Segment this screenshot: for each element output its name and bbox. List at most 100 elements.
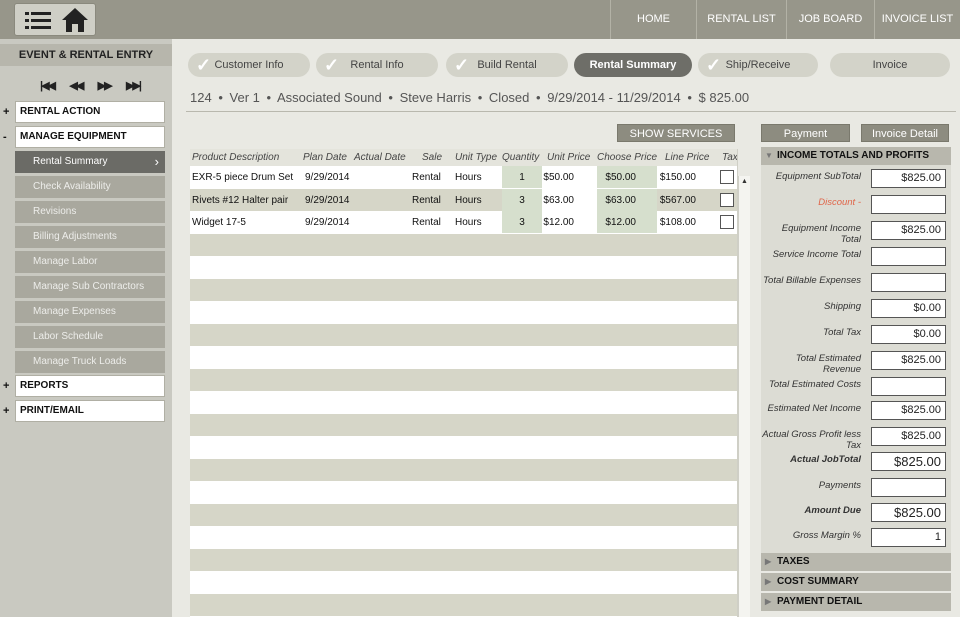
col-quantity[interactable]: Quantity	[502, 152, 539, 163]
total-value-field[interactable]: $0.00	[871, 325, 946, 344]
wizard-steps: ✓ Customer Info ✓ Rental Info ✓ Build Renta…	[188, 53, 958, 77]
invoice-detail-button[interactable]: Invoice Detail	[861, 124, 949, 142]
cell-unit-type[interactable]: Hours	[455, 195, 482, 206]
tax-checkbox[interactable]	[720, 192, 734, 207]
table-stripe	[190, 436, 737, 458]
rental-status: Closed	[488, 90, 530, 105]
step-invoice[interactable]: Invoice	[830, 53, 950, 77]
income-totals-header[interactable]: ▼ INCOME TOTALS AND PROFITS	[761, 147, 951, 165]
tax-checkbox[interactable]	[720, 215, 734, 229]
cell-choose-price[interactable]: $50.00	[570, 172, 636, 183]
cell-line-price[interactable]: $108.00	[630, 217, 696, 228]
step-rental-summary[interactable]: Rental Summary	[574, 53, 692, 77]
collapse-icon[interactable]: -	[3, 131, 13, 143]
cell-choose-price[interactable]: $12.00	[570, 217, 636, 228]
cell-sale[interactable]: Rental	[412, 195, 441, 206]
sidebar-item-manage-equipment[interactable]: MANAGE EQUIPMENT	[15, 126, 165, 148]
cell-line-price[interactable]: $567.00	[630, 195, 696, 206]
expand-icon[interactable]: +	[3, 380, 13, 392]
col-line-price[interactable]: Line Price	[665, 152, 709, 163]
sidebar-item-rental-action[interactable]: RENTAL ACTION	[15, 101, 165, 123]
nav-home[interactable]: HOME	[610, 0, 696, 39]
cell-line-price[interactable]: $150.00	[630, 172, 696, 183]
table-scrollbar[interactable]: ▲	[738, 176, 750, 617]
total-value-field[interactable]	[871, 195, 946, 214]
taxes-section[interactable]: ▶ TAXES	[761, 553, 951, 571]
sidebar-subitem-manage-labor[interactable]: Manage Labor	[15, 251, 165, 273]
table-row[interactable]: Widget 17-5 9/29/2014 Rental Hours 3 $12.00 $1…	[190, 211, 737, 233]
step-customer-info[interactable]: ✓ Customer Info	[188, 53, 310, 77]
cell-unit-price[interactable]: $12.00	[510, 217, 574, 228]
sidebar-subitem-labor-schedule[interactable]: Labor Schedule	[15, 326, 165, 348]
step-build-rental[interactable]: ✓ Build Rental	[446, 53, 568, 77]
total-value-field[interactable]: $825.00	[871, 401, 946, 420]
total-value-field[interactable]	[871, 273, 946, 292]
step-ship-receive[interactable]: ✓ Ship/Receive	[698, 53, 818, 77]
total-value-field[interactable]: $825.00	[871, 427, 946, 446]
step-rental-info[interactable]: ✓ Rental Info	[316, 53, 438, 77]
total-value-field[interactable]: $0.00	[871, 299, 946, 318]
tax-checkbox[interactable]	[720, 170, 734, 184]
col-tax[interactable]: Tax	[722, 152, 737, 163]
total-value-field[interactable]: $825.00	[871, 452, 946, 471]
expand-icon[interactable]: +	[3, 106, 13, 118]
total-value-field[interactable]	[871, 377, 946, 396]
col-unit-type[interactable]: Unit Type	[455, 152, 497, 163]
house-icon[interactable]	[61, 7, 89, 33]
col-unit-price[interactable]: Unit Price	[547, 152, 590, 163]
total-value-field[interactable]: 1	[871, 528, 946, 547]
cell-choose-price[interactable]: $63.00	[570, 195, 636, 206]
col-plan-date[interactable]: Plan Date	[303, 152, 347, 163]
total-value-field[interactable]: $825.00	[871, 503, 946, 522]
nav-invoice-list[interactable]: INVOICE LIST	[874, 0, 960, 39]
payment-detail-section[interactable]: ▶ PAYMENT DETAIL	[761, 593, 951, 611]
table-row[interactable]: Rivets #12 Halter pair 9/29/2014 Rental Hou…	[190, 188, 737, 211]
sidebar-item-print-email[interactable]: PRINT/EMAIL	[15, 400, 165, 422]
sidebar-item-reports[interactable]: REPORTS	[15, 375, 165, 397]
next-record-icon[interactable]: ▶▶	[98, 79, 113, 93]
col-product-description[interactable]: Product Description	[192, 152, 279, 163]
total-value-field[interactable]	[871, 478, 946, 497]
total-value-field[interactable]	[871, 247, 946, 266]
cell-unit-type[interactable]: Hours	[455, 217, 482, 228]
scroll-up-icon[interactable]: ▲	[741, 178, 748, 185]
cell-product-description[interactable]: Rivets #12 Halter pair	[192, 195, 288, 206]
show-services-button[interactable]: SHOW SERVICES	[617, 124, 735, 142]
cell-unit-price[interactable]: $50.00	[510, 172, 574, 183]
sidebar-subitem-manage-sub-contractors[interactable]: Manage Sub Contractors	[15, 276, 165, 298]
table-stripe	[190, 346, 737, 368]
cell-unit-type[interactable]: Hours	[455, 172, 482, 183]
cell-product-description[interactable]: EXR-5 piece Drum Set	[192, 172, 293, 183]
cell-plan-date[interactable]: 9/29/2014	[305, 217, 350, 228]
cell-plan-date[interactable]: 9/29/2014	[305, 172, 350, 183]
sidebar-subitem-manage-truck-loads[interactable]: Manage Truck Loads	[15, 351, 165, 373]
col-actual-date[interactable]: Actual Date	[354, 152, 406, 163]
first-record-icon[interactable]: |◀◀	[40, 79, 56, 93]
sidebar-subitem-check-availability[interactable]: Check Availability	[15, 176, 165, 198]
sidebar-subitem-manage-expenses[interactable]: Manage Expenses	[15, 301, 165, 323]
nav-rental-list[interactable]: RENTAL LIST	[696, 0, 786, 39]
cell-unit-price[interactable]: $63.00	[510, 195, 574, 206]
total-value-field[interactable]: $825.00	[871, 221, 946, 240]
sidebar-subitem-billing-adjustments[interactable]: Billing Adjustments	[15, 226, 165, 248]
cell-product-description[interactable]: Widget 17-5	[192, 217, 246, 228]
sidebar-subitem-revisions[interactable]: Revisions	[15, 201, 165, 223]
sidebar-subitem-rental-summary[interactable]: Rental Summary ›	[15, 151, 165, 173]
cost-summary-section[interactable]: ▶ COST SUMMARY	[761, 573, 951, 591]
previous-record-icon[interactable]: ◀◀	[69, 79, 84, 93]
col-sale[interactable]: Sale	[422, 152, 442, 163]
col-choose-price[interactable]: Choose Price	[597, 152, 657, 163]
total-label: Actual JobTotal	[790, 454, 861, 465]
payment-button[interactable]: Payment	[761, 124, 850, 142]
list-menu-icon[interactable]	[25, 10, 51, 32]
last-record-icon[interactable]: ▶▶|	[126, 79, 142, 93]
total-value-field[interactable]: $825.00	[871, 351, 946, 370]
cell-sale[interactable]: Rental	[412, 217, 441, 228]
rental-amount: $ 825.00	[698, 90, 750, 105]
total-value-field[interactable]: $825.00	[871, 169, 946, 188]
table-row[interactable]: EXR-5 piece Drum Set 9/29/2014 Rental Hours…	[190, 166, 737, 188]
cell-sale[interactable]: Rental	[412, 172, 441, 183]
nav-job-board[interactable]: JOB BOARD	[786, 0, 874, 39]
cell-plan-date[interactable]: 9/29/2014	[305, 195, 350, 206]
expand-icon[interactable]: +	[3, 405, 13, 417]
